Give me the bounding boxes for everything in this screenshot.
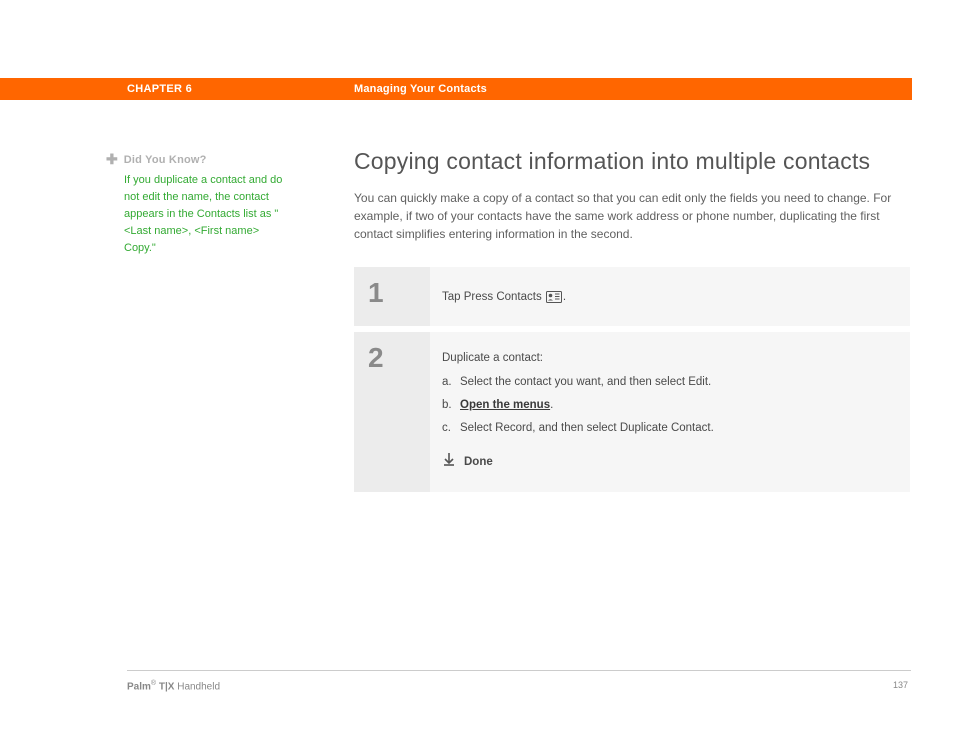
step-body: Tap Press Contacts . — [430, 267, 910, 326]
contacts-app-icon — [546, 290, 562, 308]
footer-rule — [127, 670, 911, 671]
footer-brand: Palm® T|X Handheld — [127, 680, 220, 692]
done-row: Done — [442, 452, 890, 471]
done-arrow-icon — [442, 452, 456, 471]
step-1: 1 Tap Press Contacts . — [354, 267, 910, 326]
substep-b: b.Open the menus. — [442, 399, 890, 411]
step-number-cell: 2 — [354, 332, 430, 492]
chapter-title: Managing Your Contacts — [354, 83, 487, 95]
sidebar-did-you-know: ✚ Did You Know? If you duplicate a conta… — [106, 151, 284, 257]
step-1-text-before: Tap Press Contacts — [442, 291, 545, 303]
substep-a-letter: a. — [442, 376, 460, 388]
step-1-text-after: . — [563, 291, 566, 303]
footer-model: T|X — [156, 681, 174, 692]
page-title: Copying contact information into multipl… — [354, 148, 910, 175]
did-you-know-body: If you duplicate a contact and do not ed… — [124, 172, 284, 257]
step-2-lead: Duplicate a contact: — [442, 352, 890, 364]
done-label: Done — [464, 456, 493, 468]
steps-list: 1 Tap Press Contacts . 2 Duplicate a con… — [354, 267, 910, 492]
open-menus-link[interactable]: Open the menus — [460, 399, 550, 411]
step-2: 2 Duplicate a contact: a.Select the cont… — [354, 332, 910, 492]
substep-a: a.Select the contact you want, and then … — [442, 376, 890, 388]
plus-icon: ✚ — [106, 151, 118, 168]
substep-c-letter: c. — [442, 422, 460, 434]
substep-b-letter: b. — [442, 399, 460, 411]
footer-brand-name: Palm — [127, 681, 151, 692]
step-body: Duplicate a contact: a.Select the contac… — [430, 332, 910, 492]
header-bar: CHAPTER 6 Managing Your Contacts — [0, 78, 912, 100]
did-you-know-label: Did You Know? — [124, 154, 207, 166]
did-you-know-header: ✚ Did You Know? — [106, 151, 284, 168]
step-number: 2 — [368, 342, 430, 374]
substep-c-text: Select Record, and then select Duplicate… — [460, 422, 714, 434]
footer-suffix: Handheld — [174, 681, 220, 692]
chapter-label: CHAPTER 6 — [127, 83, 192, 95]
page-number: 137 — [893, 680, 908, 690]
substep-c: c.Select Record, and then select Duplica… — [442, 422, 890, 434]
main-content: Copying contact information into multipl… — [354, 148, 910, 498]
intro-text: You can quickly make a copy of a contact… — [354, 189, 910, 243]
step-number-cell: 1 — [354, 267, 430, 326]
substep-b-suffix: . — [550, 399, 553, 411]
step-number: 1 — [368, 277, 430, 309]
substep-a-text: Select the contact you want, and then se… — [460, 376, 711, 388]
